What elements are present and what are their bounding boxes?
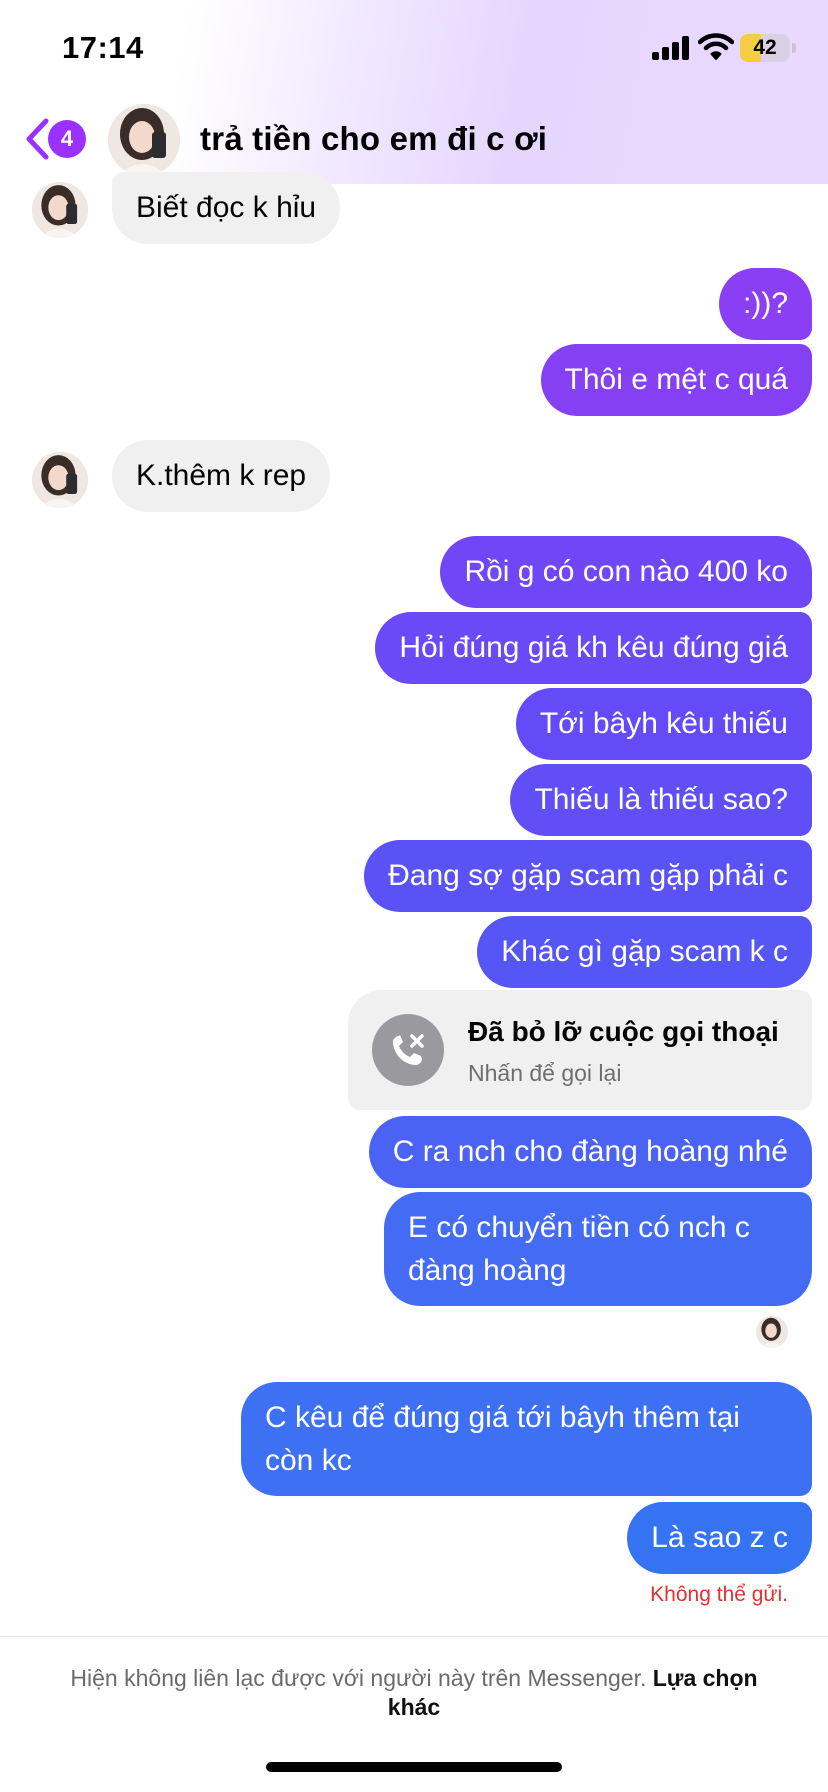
message-bubble-outgoing[interactable]: C ra nch cho đàng hoàng nhé (368, 1116, 812, 1188)
message-bubble-outgoing[interactable]: Là sao z c (627, 1502, 812, 1574)
wifi-icon (697, 32, 735, 62)
unread-count-badge: 4 (48, 120, 86, 158)
seen-receipt-avatar (756, 1316, 788, 1348)
sender-avatar (32, 452, 88, 508)
conversation-title[interactable]: trả tiền cho em đi c ơi (200, 120, 547, 158)
message-bubble-outgoing[interactable]: Khác gì gặp scam k c (477, 916, 812, 988)
missed-call-subtitle: Nhấn để gọi lại (468, 1060, 622, 1086)
message-bubble-outgoing[interactable]: :))? (719, 268, 812, 340)
unreachable-notice-text: Hiện không liên lạc được với người này t… (70, 1665, 647, 1691)
missed-call-card[interactable]: Đã bỏ lỡ cuộc gọi thoại Nhấn để gọi lại (348, 990, 812, 1110)
back-button[interactable]: 4 (24, 116, 92, 164)
message-bubble-outgoing[interactable]: Rồi g có con nào 400 ko (440, 536, 812, 608)
battery-percent: 42 (753, 36, 777, 59)
message-bubble-outgoing[interactable]: Đang sợ gặp scam gặp phải c (364, 840, 812, 912)
message-bubble-incoming[interactable]: K.thêm k rep (112, 440, 331, 512)
battery-icon: 42 (740, 34, 790, 62)
divider (0, 1636, 828, 1637)
contact-avatar[interactable] (108, 104, 180, 176)
cellular-signal-icon (652, 36, 690, 60)
message-bubble-outgoing[interactable]: Thôi e mệt c quá (540, 344, 812, 416)
message-bubble-outgoing[interactable]: Hỏi đúng giá kh kêu đúng giá (375, 612, 812, 684)
missed-call-icon (372, 1014, 444, 1086)
unreachable-notice: Hiện không liên lạc được với người này t… (50, 1664, 778, 1722)
battery-tip (792, 43, 796, 53)
status-time: 17:14 (62, 30, 144, 65)
send-error-text: Không thể gửi. (650, 1583, 788, 1606)
message-bubble-outgoing[interactable]: E có chuyển tiền có nch c đàng hoàng (384, 1192, 812, 1306)
message-bubble-outgoing[interactable]: Thiếu là thiếu sao? (510, 764, 812, 836)
home-indicator[interactable] (266, 1762, 562, 1772)
chevron-left-icon (26, 118, 49, 160)
sender-avatar (32, 182, 88, 238)
message-bubble-outgoing[interactable]: Tới bâyh kêu thiếu (515, 688, 812, 760)
message-bubble-incoming[interactable]: Biết đọc k hỉu (112, 172, 341, 244)
message-bubble-outgoing[interactable]: C kêu để đúng giá tới bâyh thêm tại còn … (241, 1382, 812, 1496)
missed-call-title: Đã bỏ lỡ cuộc gọi thoại (468, 1016, 779, 1047)
